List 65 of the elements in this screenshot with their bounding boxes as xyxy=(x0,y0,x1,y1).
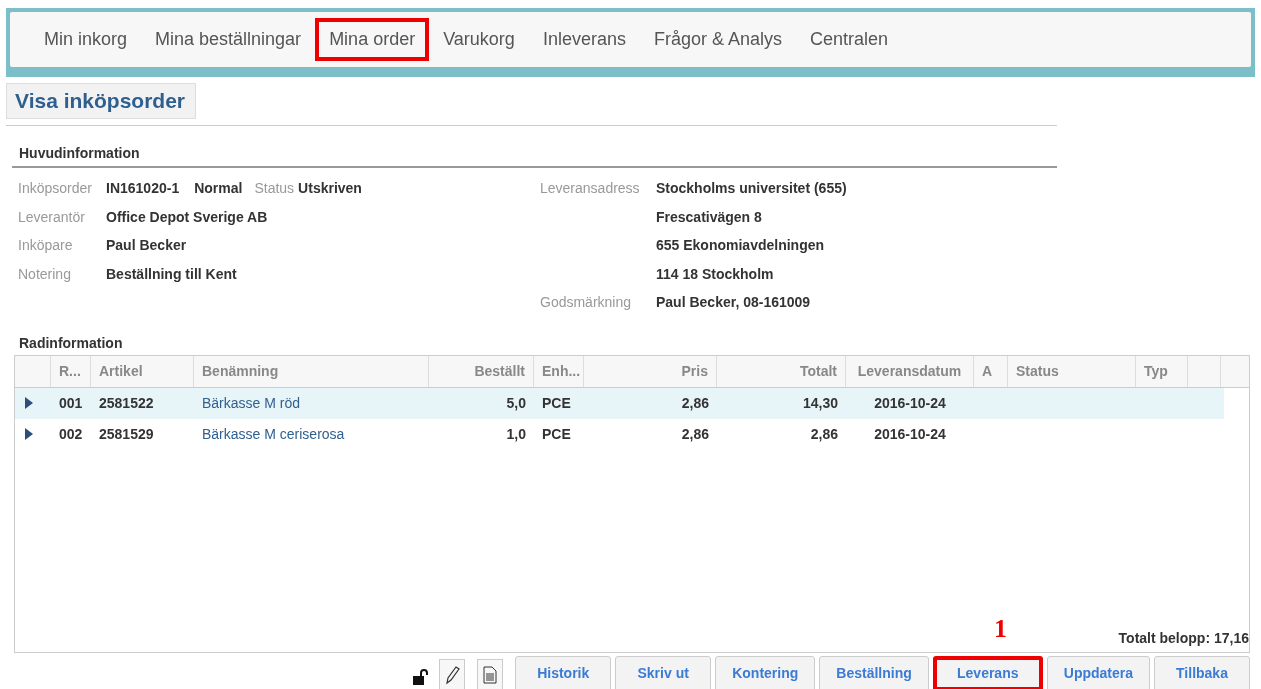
table-cell: 2,86 xyxy=(681,395,709,411)
action-button[interactable]: Historik xyxy=(515,655,612,689)
field-value: Stockholms universitet (655) xyxy=(656,180,847,197)
nav-link[interactable]: Mina order xyxy=(315,18,430,61)
column-header[interactable]: Status xyxy=(1016,363,1059,379)
field-label: Inköpare xyxy=(18,237,74,254)
action-button[interactable]: Tillbaka xyxy=(1154,655,1250,689)
field-value: Utskriven xyxy=(298,180,362,197)
nav-link[interactable]: Min inkorg xyxy=(30,18,142,61)
table-cell: Bärkasse M röd xyxy=(202,395,301,411)
table-cell: 2,86 xyxy=(681,426,709,442)
total-amount: Totalt belopp: 17,16 xyxy=(1118,629,1249,646)
column-header[interactable]: Enh... xyxy=(542,363,581,379)
nav-link[interactable]: Varukorg xyxy=(429,18,529,61)
action-button[interactable]: Leverans xyxy=(932,655,1043,689)
table-cell: 2016-10-24 xyxy=(874,395,946,411)
field-value: Office Depot Sverige AB xyxy=(106,208,268,225)
table-row[interactable]: 001 2581522 Bärkasse M röd 5,0 PCE 2,86 14,30 2016-10-24 xyxy=(15,387,1224,419)
table-cell: 002 xyxy=(59,426,83,442)
page-title: Visa inköpsorder xyxy=(6,83,196,119)
table-cell: Bärkasse M ceriserosa xyxy=(202,426,345,442)
column-header[interactable]: A xyxy=(982,363,993,379)
column-header[interactable]: R... xyxy=(59,363,81,379)
action-button[interactable]: Kontering xyxy=(715,655,816,689)
table-cell: 001 xyxy=(59,395,83,411)
field-value: 114 18 Stockholm xyxy=(656,265,774,282)
field-label: Inköpsorder xyxy=(18,180,93,197)
field-label: Notering xyxy=(18,265,72,282)
nav-link[interactable]: Inleverans xyxy=(528,18,640,61)
table-cell: 14,30 xyxy=(802,395,838,411)
table-cell: 2016-10-24 xyxy=(874,426,946,442)
column-header[interactable]: Totalt xyxy=(799,363,837,379)
table-cell: 2,86 xyxy=(810,426,838,442)
field-value: Paul Becker, 08-161009 xyxy=(656,294,811,311)
nav-link[interactable]: Mina beställningar xyxy=(141,18,316,61)
table-cell: PCE xyxy=(542,426,571,442)
action-button[interactable]: Skriv ut xyxy=(615,655,712,689)
action-button[interactable]: Beställning xyxy=(819,655,929,689)
column-header[interactable]: Pris xyxy=(681,363,708,379)
nav-link[interactable]: Frågor & Analys xyxy=(639,18,796,61)
section-heading: Huvudinformation xyxy=(19,145,141,161)
field-value: Beställning till Kent xyxy=(106,265,237,282)
table-cell: 2581522 xyxy=(99,395,154,411)
table-cell: 1,0 xyxy=(506,426,526,442)
column-header[interactable]: Artikel xyxy=(99,363,143,379)
section-heading: Radinformation xyxy=(19,334,124,351)
table-row[interactable]: 002 2581529 Bärkasse M ceriserosa 1,0 PCE 2,86 2,86 2016-10-24 xyxy=(15,418,1224,450)
field-label: Status xyxy=(254,180,295,197)
column-header[interactable]: Typ xyxy=(1144,363,1168,379)
field-value: Paul Becker xyxy=(106,237,187,254)
table-cell: 2581529 xyxy=(99,426,154,442)
field-value: IN161020-1 xyxy=(106,180,180,197)
column-header[interactable]: Beställt xyxy=(474,363,525,379)
nav-link[interactable]: Centralen xyxy=(796,18,903,61)
field-label: Leveransadress xyxy=(540,180,640,197)
column-header[interactable]: Leveransdatum xyxy=(857,363,962,379)
field-value: Normal xyxy=(194,180,243,197)
field-value: 655 Ekonomiavdelningen xyxy=(656,237,825,254)
field-label: Leverantör xyxy=(18,208,86,225)
action-button[interactable]: Uppdatera xyxy=(1046,655,1150,689)
field-value: Frescativägen 8 xyxy=(656,208,762,225)
column-header[interactable]: Benämning xyxy=(202,363,279,379)
field-label: Godsmärkning xyxy=(540,294,632,311)
table-cell: 5,0 xyxy=(506,395,526,411)
table-cell: PCE xyxy=(542,395,571,411)
